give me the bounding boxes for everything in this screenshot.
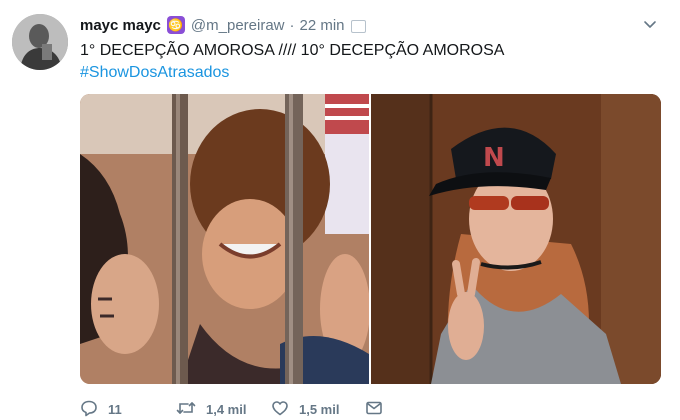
zodiac-badge: ♋ [166, 16, 185, 34]
chevron-down-icon[interactable] [642, 16, 658, 32]
retweet-action[interactable]: 1,4 mil [176, 399, 271, 420]
like-count: 1,5 mil [299, 401, 340, 417]
user-handle[interactable]: @m_pereiraw [191, 17, 285, 34]
tweet-actions: 11 1,4 mil 1,5 mil [80, 398, 393, 420]
message-icon[interactable] [365, 399, 393, 420]
like-icon[interactable] [271, 399, 299, 420]
tweet-media[interactable]: N [80, 94, 661, 384]
reply-count: 11 [108, 401, 122, 417]
photo-crying-woman-behind-bars[interactable] [80, 94, 369, 384]
display-name[interactable]: mayc mayc [80, 17, 161, 34]
tweet-text: 1° DECEPÇÃO AMOROSA //// 10° DECEPÇÃO AM… [80, 42, 505, 59]
direct-message-action[interactable] [365, 399, 393, 420]
retweet-icon[interactable] [176, 399, 206, 420]
retweet-count: 1,4 mil [206, 401, 247, 417]
timestamp[interactable]: 22 min [300, 17, 345, 34]
avatar[interactable] [12, 14, 68, 70]
hashtag-link[interactable]: #ShowDosAtrasados [80, 62, 660, 84]
card-icon [350, 19, 366, 33]
tweet-body: 1° DECEPÇÃO AMOROSA //// 10° DECEPÇÃO AM… [80, 40, 660, 84]
like-action[interactable]: 1,5 mil [271, 399, 365, 420]
svg-text:N: N [483, 143, 505, 173]
reply-action[interactable]: 11 [80, 399, 176, 420]
reply-icon[interactable] [80, 399, 108, 420]
separator-dot: · [289, 16, 295, 34]
tweet-header: mayc mayc ♋ @m_pereiraw · 22 min [80, 14, 650, 36]
photo-woman-in-cap[interactable]: N [371, 94, 661, 384]
